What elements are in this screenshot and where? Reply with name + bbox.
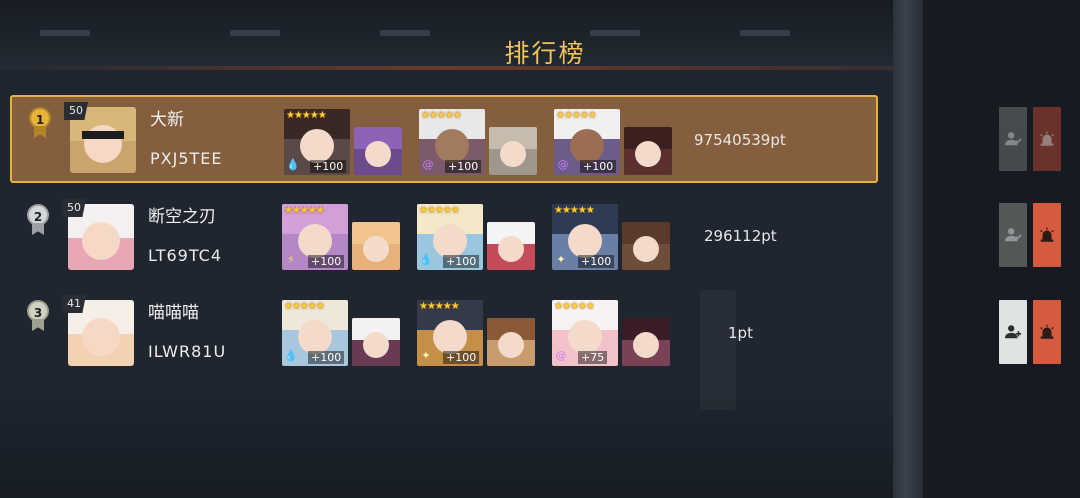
team-character-card[interactable]: ★★★★★ ✦ +100 xyxy=(552,204,618,270)
team-character-card[interactable]: ★★★★★ ✦ +100 xyxy=(417,300,483,366)
support-character-card[interactable] xyxy=(354,127,402,175)
support-character-card[interactable] xyxy=(489,127,537,175)
level-badge: 50 xyxy=(62,199,86,217)
water-drop-icon: 💧 xyxy=(284,349,298,362)
background-wall xyxy=(893,0,923,498)
rank-medal-silver-icon: 2 xyxy=(26,204,50,236)
leaderboard-row-2[interactable]: 2 50 断空之刃 LT69TC4 ★★★★★ ⚡ +100 ★★★★★ 💧 +… xyxy=(10,194,878,282)
leaderboard-row-3[interactable]: 3 41 喵喵喵 ILWR81U ★★★★★ 💧 +100 ★★★★★ ✦ +1… xyxy=(10,290,878,378)
support-character-card[interactable] xyxy=(352,318,400,366)
support-character-card[interactable] xyxy=(622,318,670,366)
lightning-icon: ⚡ xyxy=(287,253,295,266)
rank-number: 3 xyxy=(27,300,49,322)
support-character-card[interactable] xyxy=(624,127,672,175)
support-character-card[interactable] xyxy=(352,222,400,270)
add-friend-icon xyxy=(1004,325,1022,339)
report-button[interactable] xyxy=(1033,203,1061,267)
player-name: 喵喵喵 xyxy=(148,303,199,323)
water-drop-icon: 💧 xyxy=(286,158,300,171)
team-character-card[interactable]: ★★★★★ @ +100 xyxy=(554,109,620,175)
leaderboard-row-1[interactable]: 1 50 大新 PXJ5TEE ★★★★★ 💧 +100 ★★★★★ @ +10… xyxy=(10,95,878,183)
support-character-card[interactable] xyxy=(622,222,670,270)
player-name: 断空之刃 xyxy=(148,207,216,227)
score: 296112pt xyxy=(704,227,777,245)
spiral-icon: @ xyxy=(555,349,567,362)
team-character-card[interactable]: ★★★★★ 💧 +100 xyxy=(282,300,348,366)
add-friend-button[interactable] xyxy=(999,203,1027,267)
page-title: 排行榜 xyxy=(504,39,586,68)
player-name: 大新 xyxy=(150,110,184,130)
sparkle-icon: ✦ xyxy=(556,253,566,266)
report-button[interactable] xyxy=(1033,107,1061,171)
rank-medal-bronze-icon: 3 xyxy=(26,300,50,332)
spiral-icon: @ xyxy=(422,158,434,171)
spiral-icon: @ xyxy=(557,158,569,171)
add-friend-button[interactable] xyxy=(999,300,1027,364)
rank-number: 2 xyxy=(27,204,49,226)
player-id: PXJ5TEE xyxy=(150,149,223,168)
add-friend-icon xyxy=(1004,228,1022,242)
team-character-card[interactable]: ★★★★★ ⚡ +100 xyxy=(282,204,348,270)
background-floor xyxy=(0,380,893,498)
rank-number: 1 xyxy=(29,107,51,129)
report-alarm-icon xyxy=(1040,227,1054,242)
rank-medal-gold-icon: 1 xyxy=(28,107,52,139)
team-character-card[interactable]: ★★★★★ @ +75 xyxy=(552,300,618,366)
report-alarm-icon xyxy=(1040,324,1054,339)
score: 1pt xyxy=(728,324,753,342)
player-id: LT69TC4 xyxy=(148,246,223,265)
report-button[interactable] xyxy=(1033,300,1061,364)
level-badge: 41 xyxy=(62,295,86,313)
level-badge: 50 xyxy=(64,102,88,120)
team-character-card[interactable]: ★★★★★ @ +100 xyxy=(419,109,485,175)
report-alarm-icon xyxy=(1040,131,1054,146)
add-friend-icon xyxy=(1004,132,1022,146)
score: 97540539pt xyxy=(694,131,786,149)
add-friend-button[interactable] xyxy=(999,107,1027,171)
team-character-card[interactable]: ★★★★★ 💧 +100 xyxy=(417,204,483,270)
team-character-card[interactable]: ★★★★★ 💧 +100 xyxy=(284,109,350,175)
sparkle-icon: ✦ xyxy=(421,349,431,362)
support-character-card[interactable] xyxy=(487,318,535,366)
water-drop-icon: 💧 xyxy=(419,253,433,266)
player-id: ILWR81U xyxy=(148,342,227,361)
support-character-card[interactable] xyxy=(487,222,535,270)
